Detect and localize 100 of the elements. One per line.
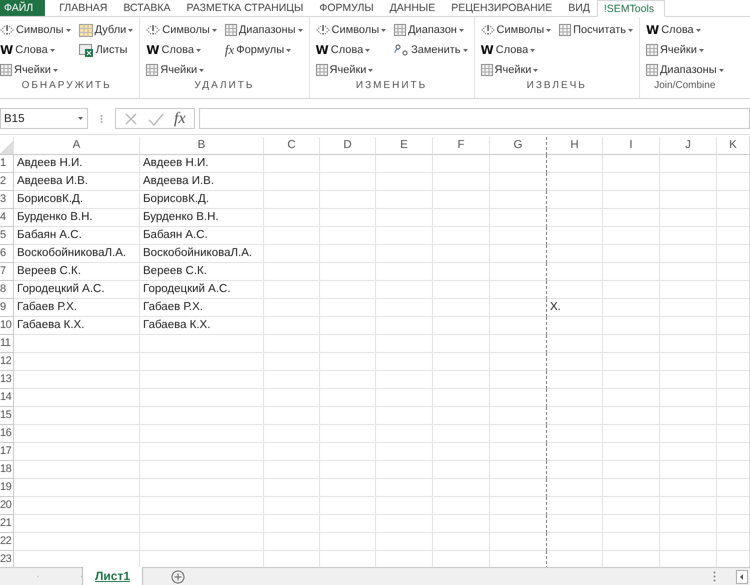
ribbon-button[interactable]: Листы [78, 40, 134, 60]
column-header[interactable]: C [264, 137, 320, 155]
table-cell: Вереев С.К. [14, 263, 140, 281]
ribbon-button[interactable]: Символы [480, 20, 552, 40]
row-header[interactable]: 4 [0, 209, 14, 227]
ribbon-button[interactable]: Диапазоны [646, 60, 724, 80]
column-header[interactable]: F [433, 137, 490, 155]
table-cell [376, 389, 433, 407]
ribbon-button[interactable]: Ячейки [316, 60, 386, 80]
ribbon-button[interactable]: W Слова [646, 20, 724, 40]
ribbon-button[interactable]: fxФормулы [224, 40, 303, 60]
row-header[interactable]: 21 [0, 515, 14, 533]
row-header[interactable]: 7 [0, 263, 14, 281]
table-cell [433, 317, 490, 335]
row-header[interactable]: 20 [0, 497, 14, 515]
ribbon-button[interactable]: Заменить [394, 40, 468, 60]
row-header[interactable]: 17 [0, 443, 14, 461]
table-cell [603, 155, 660, 173]
formula-input[interactable] [198, 108, 750, 129]
row-header[interactable]: 15 [0, 407, 14, 425]
row-header[interactable]: 23 [0, 551, 14, 567]
table-cell [376, 461, 433, 479]
ribbon-tab[interactable]: ФОРМУЛЫ [310, 0, 379, 16]
ribbon-button[interactable]: W Слова [480, 40, 552, 60]
more-icon [713, 571, 716, 582]
column-header[interactable]: D [320, 137, 376, 155]
ribbon-button[interactable]: W Слова [316, 40, 386, 60]
ribbon-button[interactable]: Дубли [78, 20, 134, 40]
ribbon-tab[interactable]: ВИД [559, 0, 595, 16]
ribbon-tab[interactable]: ВСТАВКА [114, 0, 176, 16]
table-cell [490, 407, 547, 425]
table-cell [547, 389, 603, 407]
table-cell [490, 497, 547, 515]
file-tab[interactable]: ФАЙЛ [0, 0, 46, 16]
row-header[interactable]: 6 [0, 245, 14, 263]
ribbon-button[interactable]: Ячейки [646, 40, 724, 60]
table-cell [264, 335, 320, 353]
ribbon-tab[interactable]: !SEMTools [596, 0, 666, 17]
table-cell [660, 461, 717, 479]
ribbon-button[interactable]: Ячейки [146, 60, 217, 80]
row-header[interactable]: 5 [0, 227, 14, 245]
row-header[interactable]: 8 [0, 281, 14, 299]
table-cell [717, 497, 750, 515]
table-cell [660, 353, 717, 371]
row-header[interactable]: 22 [0, 533, 14, 551]
ribbon-button[interactable]: W Слова [146, 40, 217, 60]
ribbon-button[interactable]: Посчитать [559, 20, 633, 40]
table-cell [320, 335, 376, 353]
row-header[interactable]: 10 [0, 317, 14, 335]
row-header[interactable]: 18 [0, 461, 14, 479]
table-cell [264, 461, 320, 479]
row-header[interactable]: 14 [0, 389, 14, 407]
table-cell [660, 443, 717, 461]
replace-icon [394, 44, 410, 56]
row-header[interactable]: 19 [0, 479, 14, 497]
ribbon-button[interactable]: Ячейки [0, 60, 71, 80]
table-cell [547, 497, 603, 515]
ribbon-tab[interactable]: РАЗМЕТКА СТРАНИЦЫ [177, 0, 308, 16]
ribbon-button[interactable]: Символы [316, 20, 386, 40]
row-header[interactable]: 13 [0, 371, 14, 389]
table-cell [264, 245, 320, 263]
ribbon-tab[interactable]: ГЛАВНАЯ [50, 0, 112, 16]
column-header[interactable]: E [376, 137, 433, 155]
row-header[interactable]: 11 [0, 335, 14, 353]
row-header[interactable]: 12 [0, 353, 14, 371]
column-header[interactable]: A [14, 137, 140, 155]
column-header[interactable]: J [660, 137, 717, 155]
name-box[interactable]: B15 [0, 108, 88, 129]
table-cell [490, 443, 547, 461]
column-header[interactable]: H [547, 137, 603, 155]
row-header[interactable]: 2 [0, 173, 14, 191]
row-header[interactable]: 9 [0, 299, 14, 317]
column-header[interactable]: B [140, 137, 264, 155]
row-header[interactable]: 3 [0, 191, 14, 209]
ribbon-button[interactable]: Символы [146, 20, 217, 40]
select-all-button[interactable] [0, 137, 14, 155]
ribbon-tab[interactable]: ДАННЫЕ [380, 0, 440, 16]
table-cell [660, 371, 717, 389]
column-header[interactable]: K [717, 137, 750, 155]
column-header[interactable]: G [490, 137, 547, 155]
word-icon: W [480, 43, 494, 57]
table-cell [320, 227, 376, 245]
row-header[interactable]: 1 [0, 155, 14, 173]
column-header[interactable]: I [603, 137, 660, 155]
ribbon-button[interactable]: Символы [0, 20, 71, 40]
ribbon-button[interactable]: Диапазон [394, 20, 468, 40]
table-cell [660, 173, 717, 191]
ribbon-tab[interactable]: РЕЦЕНЗИРОВАНИЕ [442, 0, 558, 16]
table-cell [660, 281, 717, 299]
ribbon-button[interactable]: Диапазоны [224, 20, 303, 40]
worksheet-icon [78, 44, 94, 56]
insert-function-button[interactable]: fx [174, 110, 186, 128]
row-header[interactable]: 16 [0, 425, 14, 443]
caret-icon [718, 68, 724, 72]
ribbon-button[interactable]: W Слова [0, 40, 71, 60]
table-cell [717, 353, 750, 371]
ribbon-button[interactable]: Ячейки [480, 60, 552, 80]
table-grid-icon [0, 64, 12, 76]
table-cell [433, 425, 490, 443]
sheet-tab[interactable]: Лист1 [82, 567, 144, 585]
